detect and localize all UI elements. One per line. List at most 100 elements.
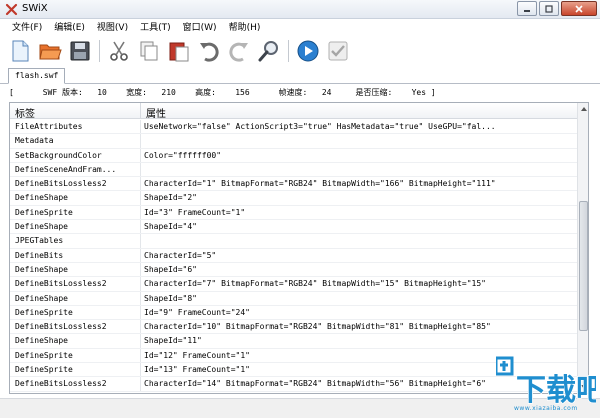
table-row[interactable]: DefineBitsLossless2 CharacterId="14" Bitm… bbox=[10, 377, 577, 392]
toolbar-separator bbox=[288, 40, 289, 62]
tag-table: 标签 属性 FileAttributes UseNetwork="false" A… bbox=[9, 102, 589, 394]
attribute-cell: ShapeId="6" bbox=[144, 264, 197, 274]
tag-cell: DefineBits bbox=[10, 248, 141, 262]
toolbar bbox=[0, 36, 600, 66]
attribute-cell bbox=[141, 234, 577, 247]
table-row[interactable]: DefineShape ShapeId="6" bbox=[10, 262, 577, 278]
search-icon bbox=[258, 41, 278, 62]
tab-flash-swf[interactable]: flash.swf bbox=[8, 68, 66, 84]
maximize-button[interactable] bbox=[539, 1, 559, 16]
check-button[interactable] bbox=[324, 37, 352, 65]
vertical-scrollbar[interactable] bbox=[577, 103, 588, 393]
paste-button[interactable] bbox=[165, 37, 193, 65]
attribute-cell: ShapeId="8" bbox=[144, 293, 197, 303]
app-logo-icon bbox=[5, 3, 18, 16]
table-row[interactable]: JPEGTables bbox=[10, 234, 577, 249]
attribute-cell bbox=[141, 134, 577, 147]
column-header-tag[interactable]: 标签 bbox=[10, 103, 141, 120]
menu-window[interactable]: 窗口(W) bbox=[177, 20, 223, 36]
check-icon bbox=[328, 41, 348, 61]
watermark-text: 下载吧 bbox=[516, 373, 596, 408]
table-row[interactable]: DefineShape ShapeId="2" bbox=[10, 191, 577, 206]
attribute-cell: ShapeId="2" bbox=[144, 193, 197, 203]
title-bar: SWiX bbox=[0, 0, 600, 19]
paste-icon bbox=[169, 42, 189, 62]
attribute-cell: Color="ffffff00" bbox=[144, 150, 222, 160]
table-row[interactable]: DefineSprite Id="3" FrameCount="1" bbox=[10, 205, 577, 221]
cut-button[interactable] bbox=[105, 37, 133, 65]
undo-icon bbox=[200, 42, 219, 62]
tag-cell: DefineBitsLossless2 bbox=[10, 277, 141, 291]
tag-cell: DefineShape bbox=[10, 291, 141, 305]
attribute-cell: CharacterId="1" BitmapFormat="RGB24" Bit… bbox=[144, 179, 496, 189]
tag-cell: DefineShape bbox=[10, 220, 141, 234]
table-body: FileAttributes UseNetwork="false" ActionS… bbox=[10, 120, 577, 392]
window-title: SWiX bbox=[22, 3, 48, 14]
close-icon bbox=[575, 4, 583, 13]
tag-cell: FileAttributes bbox=[10, 120, 141, 134]
copy-icon bbox=[140, 41, 158, 61]
menu-file[interactable]: 文件(F) bbox=[6, 20, 48, 36]
redo-button[interactable] bbox=[225, 37, 253, 65]
table-row[interactable]: FileAttributes UseNetwork="false" ActionS… bbox=[10, 120, 577, 135]
tag-cell: DefineBitsLossless2 bbox=[10, 177, 141, 191]
table-row[interactable]: DefineSprite Id="9" FrameCount="24" bbox=[10, 305, 577, 321]
tag-cell: SetBackgroundColor bbox=[10, 148, 141, 162]
maximize-icon bbox=[545, 4, 553, 13]
scrollbar-thumb[interactable] bbox=[579, 201, 588, 331]
tag-cell: DefineShape bbox=[10, 334, 141, 348]
tag-cell: DefineSprite bbox=[10, 305, 141, 320]
play-icon bbox=[297, 40, 319, 62]
column-header-attribute[interactable]: 属性 bbox=[141, 103, 577, 120]
table-row[interactable]: DefineSceneAndFram... bbox=[10, 162, 577, 178]
table-row[interactable]: SetBackgroundColor Color="ffffff00" bbox=[10, 148, 577, 163]
attribute-cell: CharacterId="7" BitmapFormat="RGB24" Bit… bbox=[144, 279, 486, 289]
table-row[interactable]: DefineShape ShapeId="8" bbox=[10, 291, 577, 306]
attribute-cell: Id="9" FrameCount="24" bbox=[144, 307, 250, 317]
table-row[interactable]: DefineBitsLossless2 CharacterId="10" Bitm… bbox=[10, 320, 577, 335]
save-button[interactable] bbox=[66, 37, 94, 65]
copy-button[interactable] bbox=[135, 37, 163, 65]
scroll-up-icon[interactable] bbox=[580, 105, 588, 113]
play-button[interactable] bbox=[294, 37, 322, 65]
menu-tools[interactable]: 工具(T) bbox=[134, 20, 177, 36]
toolbar-separator bbox=[99, 40, 100, 62]
table-row[interactable]: DefineBitsLossless2 CharacterId="1" Bitma… bbox=[10, 177, 577, 192]
tag-cell: DefineSprite bbox=[10, 363, 141, 377]
tag-cell: DefineBitsLossless2 bbox=[10, 320, 141, 334]
table-row[interactable]: DefineSprite Id="13" FrameCount="1" bbox=[10, 363, 577, 378]
table-header: 标签 属性 bbox=[10, 103, 577, 120]
table-row[interactable]: DefineShape ShapeId="4" bbox=[10, 220, 577, 235]
watermark-url: www.xiazaiba.com bbox=[514, 405, 578, 412]
attribute-cell: CharacterId="10" BitmapFormat="RGB24" Bi… bbox=[144, 322, 491, 332]
attribute-cell: Id="3" FrameCount="1" bbox=[144, 207, 246, 217]
menu-help[interactable]: 帮助(H) bbox=[223, 20, 267, 36]
table-row[interactable]: DefineSprite Id="12" FrameCount="1" bbox=[10, 348, 577, 364]
undo-button[interactable] bbox=[195, 37, 223, 65]
table-row[interactable]: DefineBitsLossless2 CharacterId="7" Bitma… bbox=[10, 277, 577, 292]
menu-edit[interactable]: 编辑(E) bbox=[48, 20, 91, 36]
tag-cell: DefineBitsLossless2 bbox=[10, 377, 141, 391]
search-button[interactable] bbox=[255, 37, 283, 65]
new-file-button[interactable] bbox=[6, 37, 34, 65]
document-tabs: flash.swf bbox=[0, 66, 600, 84]
attribute-cell: ShapeId="4" bbox=[144, 222, 197, 232]
attribute-cell: CharacterId="5" bbox=[144, 250, 217, 260]
tag-cell: DefineShape bbox=[10, 191, 141, 205]
attribute-cell: UseNetwork="false" ActionScript3="true" … bbox=[144, 122, 496, 131]
tag-cell: DefineSceneAndFram... bbox=[10, 162, 141, 177]
table-row[interactable]: DefineShape ShapeId="11" bbox=[10, 334, 577, 349]
cut-icon bbox=[110, 41, 128, 61]
open-button[interactable] bbox=[36, 37, 64, 65]
tag-cell: Metadata bbox=[10, 134, 141, 148]
table-row[interactable]: DefineBits CharacterId="5" bbox=[10, 248, 577, 263]
attribute-cell: ShapeId="11" bbox=[144, 336, 202, 346]
close-button[interactable] bbox=[561, 1, 597, 16]
minimize-icon bbox=[524, 9, 530, 12]
minimize-button[interactable] bbox=[517, 1, 537, 16]
swf-info-line: [ SWF 版本: 10 宽度: 210 高度: 156 帧速度: 24 是否压… bbox=[9, 88, 436, 97]
table-row[interactable]: Metadata bbox=[10, 134, 577, 149]
new-file-icon bbox=[12, 40, 29, 62]
tag-cell: JPEGTables bbox=[10, 234, 141, 248]
menu-view[interactable]: 视图(V) bbox=[91, 20, 134, 36]
